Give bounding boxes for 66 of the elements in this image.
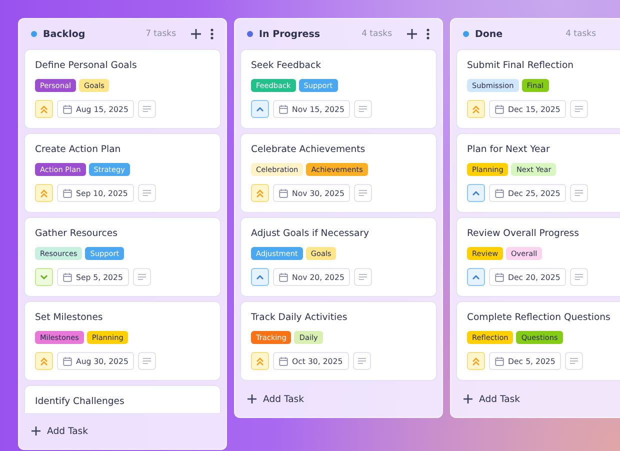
add-icon[interactable] bbox=[190, 28, 202, 40]
task-title: Identify Challenges bbox=[35, 396, 126, 407]
task-title: Review Overall Progress bbox=[467, 228, 580, 239]
add-task-button[interactable]: Add Task bbox=[235, 381, 442, 417]
calendar-icon bbox=[495, 272, 504, 282]
task-count: 4 tasks bbox=[362, 29, 392, 39]
task-title: Gather Resources bbox=[35, 228, 118, 239]
add-task-button[interactable]: Add Task bbox=[451, 381, 620, 417]
double-chevron-up-icon[interactable] bbox=[35, 352, 53, 370]
task-title: Create Action Plan bbox=[35, 144, 122, 155]
more-icon[interactable] bbox=[426, 28, 430, 40]
notes-icon[interactable] bbox=[570, 100, 588, 118]
chevron-down-icon[interactable] bbox=[35, 268, 53, 286]
notes-icon[interactable] bbox=[570, 184, 588, 202]
column-title: Done bbox=[475, 28, 504, 40]
task-title: Define Personal Goals bbox=[35, 60, 138, 71]
task-title: Submit Final Reflection bbox=[467, 60, 575, 71]
add-icon[interactable] bbox=[406, 28, 418, 40]
plus-icon bbox=[463, 394, 473, 404]
plus-icon bbox=[247, 394, 257, 404]
more-icon[interactable] bbox=[210, 28, 214, 40]
calendar-icon bbox=[63, 104, 72, 114]
calendar-icon bbox=[279, 104, 288, 114]
chevron-up-icon[interactable] bbox=[251, 100, 269, 118]
double-chevron-up-icon[interactable] bbox=[35, 100, 53, 118]
calendar-icon bbox=[495, 356, 504, 366]
calendar-icon bbox=[63, 356, 72, 366]
task-title: Celebrate Achievements bbox=[251, 144, 366, 155]
chevron-up-icon[interactable] bbox=[251, 268, 269, 286]
task-title: Adjust Goals if Necessary bbox=[251, 228, 370, 239]
double-chevron-up-icon[interactable] bbox=[251, 184, 269, 202]
calendar-icon bbox=[495, 188, 504, 198]
double-chevron-up-icon[interactable] bbox=[251, 352, 269, 370]
notes-icon[interactable] bbox=[354, 184, 372, 202]
notes-icon[interactable] bbox=[354, 268, 372, 286]
calendar-icon bbox=[279, 272, 288, 282]
task-title: Plan for Next Year bbox=[467, 144, 551, 155]
notes-icon[interactable] bbox=[138, 352, 156, 370]
task-title: Track Daily Activities bbox=[251, 312, 348, 323]
task-card[interactable]: Identify Challenges bbox=[24, 385, 221, 413]
calendar-icon bbox=[279, 188, 288, 198]
notes-icon[interactable] bbox=[352, 352, 371, 370]
notes-icon[interactable] bbox=[354, 100, 372, 118]
notes-icon[interactable] bbox=[565, 352, 584, 370]
notes-icon[interactable] bbox=[138, 184, 156, 202]
task-title: Seek Feedback bbox=[251, 60, 322, 71]
double-chevron-up-icon[interactable] bbox=[467, 100, 485, 118]
calendar-icon bbox=[495, 104, 504, 114]
notes-icon[interactable] bbox=[138, 100, 156, 118]
calendar-icon bbox=[63, 188, 72, 198]
notes-icon[interactable] bbox=[570, 268, 588, 286]
task-count: 4 tasks bbox=[566, 29, 596, 39]
task-title: Complete Reflection Questions bbox=[467, 312, 612, 323]
notes-icon[interactable] bbox=[132, 268, 151, 286]
add-task-button[interactable]: Add Task bbox=[19, 413, 226, 449]
column-title: Backlog bbox=[43, 28, 86, 40]
chevron-up-icon[interactable] bbox=[467, 268, 485, 286]
chevron-up-icon[interactable] bbox=[467, 184, 485, 202]
task-count: 7 tasks bbox=[146, 29, 176, 39]
double-chevron-up-icon[interactable] bbox=[35, 184, 53, 202]
calendar-icon bbox=[279, 356, 288, 366]
task-title: Set Milestones bbox=[35, 312, 104, 323]
calendar-icon bbox=[63, 272, 72, 282]
double-chevron-up-icon[interactable] bbox=[467, 352, 485, 370]
plus-icon bbox=[31, 426, 41, 436]
column-title: In Progress bbox=[259, 28, 322, 40]
